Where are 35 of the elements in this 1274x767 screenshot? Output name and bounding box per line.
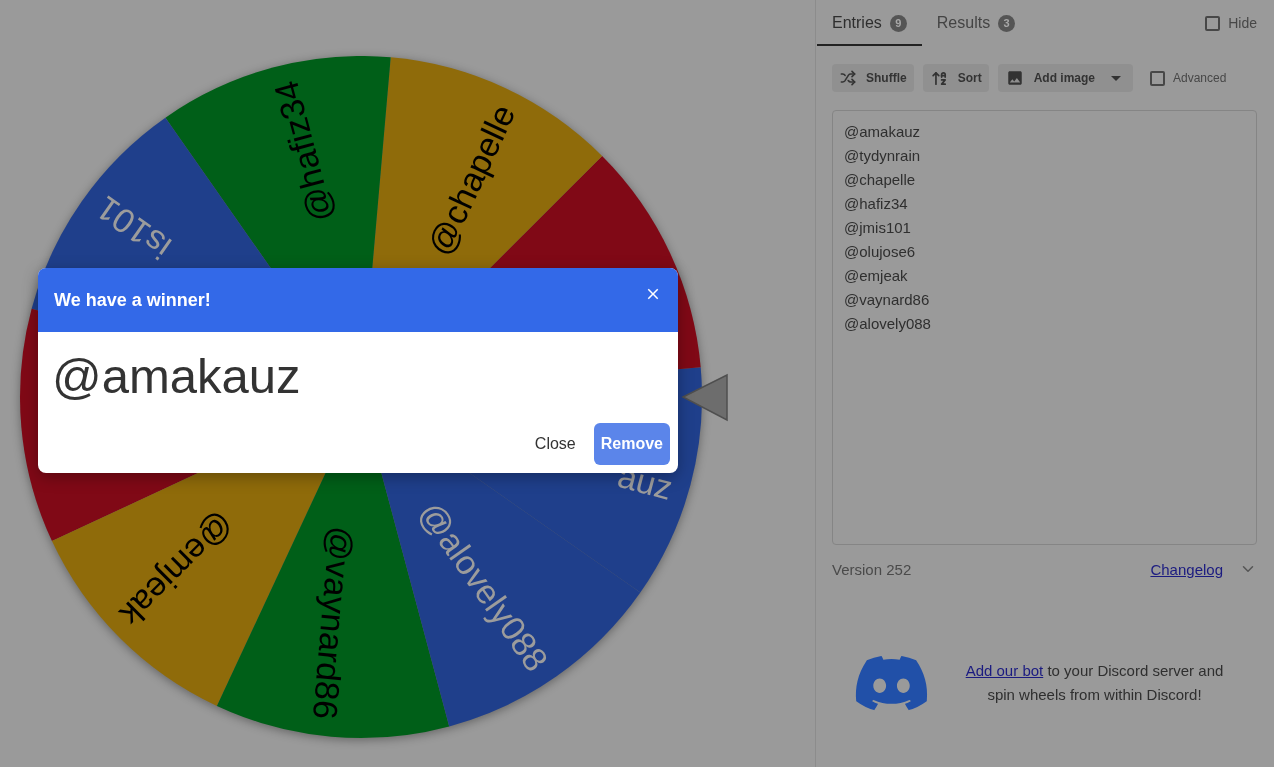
toolbar-button[interactable]: Sort <box>922 64 989 92</box>
toolbar-button[interactable]: Shuffle <box>832 64 914 92</box>
changelog-link[interactable]: Changelog <box>1150 560 1223 578</box>
count-badge: 9 <box>889 14 907 32</box>
wheel-entry-label: @vaynard86 <box>305 524 361 721</box>
close-text-button[interactable]: Close <box>526 423 584 465</box>
entries-field[interactable]: @amakauz @tydynrain @chapelle @hafiz34 @jmis101 @olujose6 @emjeak @vaynard86 @alovely088 <box>832 110 1257 545</box>
toolbar-button[interactable]: Add image <box>997 64 1133 92</box>
entry-text: @hafiz34 <box>844 194 908 214</box>
entry-text: @tydynrain <box>844 146 921 166</box>
dialog-title: We have a winner! <box>54 289 211 311</box>
entry-text: @vaynard86 <box>844 290 930 310</box>
image-icon <box>1005 69 1024 87</box>
remove-button[interactable]: Remove <box>593 423 670 465</box>
version-text: Version 252 <box>832 560 912 578</box>
hide-label: Hide <box>1228 15 1257 31</box>
sort-az-icon <box>930 69 948 87</box>
advanced-checkbox[interactable] <box>1150 70 1165 86</box>
entry-text: @amakauz <box>844 122 921 142</box>
add-bot-link[interactable]: Add our bot <box>965 662 1044 679</box>
hide-checkbox[interactable] <box>1205 15 1221 31</box>
entry-text: @olujose6 <box>844 242 916 262</box>
winner-name: @amakauz <box>51 348 302 405</box>
shuffle-icon <box>840 70 856 86</box>
count-badge: 3 <box>998 14 1016 32</box>
entry-text: @alovely088 <box>844 314 931 334</box>
caret-icon <box>1111 75 1121 81</box>
advanced-label: Advanced <box>1173 71 1227 85</box>
entry-text: @emjeak <box>844 266 908 286</box>
tab[interactable]: Entries 9 <box>817 0 922 46</box>
entry-text: @jmis101 <box>844 218 911 238</box>
tab[interactable]: Results 3 <box>921 0 1031 46</box>
pointer-icon <box>681 373 728 422</box>
discord-promo-text: Add our bot to your Discord server and spin wheels from within Discord! <box>964 661 1225 705</box>
entry-text: @chapelle <box>844 170 916 190</box>
